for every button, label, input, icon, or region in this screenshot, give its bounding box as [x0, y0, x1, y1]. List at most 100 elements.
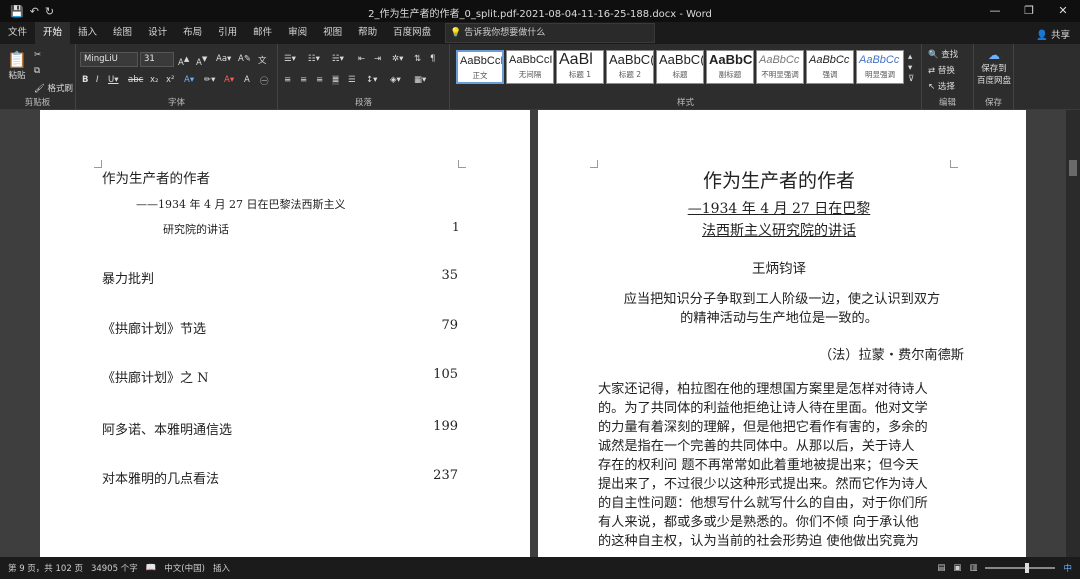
- subscript-button[interactable]: x₂: [150, 75, 158, 85]
- superscript-button[interactable]: x²: [166, 75, 174, 85]
- toc-subtitle: ——1934 年 4 月 27 日在巴黎法西斯主义: [136, 198, 346, 211]
- tab-insert[interactable]: 插入: [70, 22, 105, 44]
- style-heading-2[interactable]: AaBbC( 标题 2: [606, 50, 654, 84]
- chinese-layout-icon[interactable]: ✲▾: [392, 54, 403, 64]
- minimize-button[interactable]: —: [978, 0, 1012, 22]
- numbering-icon[interactable]: ☷▾: [308, 54, 320, 64]
- replace-label: 替换: [937, 66, 955, 76]
- style-heading-1[interactable]: AaBl 标题 1: [556, 50, 604, 84]
- toc-row[interactable]: 《拱廊计划》节选 79: [102, 318, 458, 337]
- tab-draw[interactable]: 绘图: [105, 22, 140, 44]
- decrease-indent-icon[interactable]: ⇤: [358, 54, 365, 64]
- title-bar: 💾 ↶ ↻ 2_作为生产者的作者_0_split.pdf-2021-08-04-…: [0, 0, 1080, 22]
- align-left-icon[interactable]: ≡: [284, 75, 291, 85]
- find-button[interactable]: 🔍 查找: [928, 48, 958, 60]
- style-emphasis[interactable]: AaBbCc 强调: [806, 50, 854, 84]
- undo-icon[interactable]: ↶: [30, 5, 39, 18]
- body-line: 诚然是指在一个完善的共同体中。从那以后，关于诗人: [598, 439, 915, 454]
- copy-icon[interactable]: ⧉: [34, 66, 40, 76]
- close-button[interactable]: ✕: [1046, 0, 1080, 22]
- tab-review[interactable]: 审阅: [280, 22, 315, 44]
- web-layout-icon[interactable]: ▥: [969, 563, 977, 573]
- font-color-icon[interactable]: A▾: [224, 75, 234, 85]
- window-controls: — ❐ ✕: [978, 0, 1080, 22]
- char-shading-icon[interactable]: A: [244, 75, 250, 85]
- tab-references[interactable]: 引用: [210, 22, 245, 44]
- style-subtitle[interactable]: AaBbC( 副标题: [706, 50, 754, 84]
- show-marks-icon[interactable]: ¶: [430, 54, 435, 64]
- tab-view[interactable]: 视图: [315, 22, 350, 44]
- tab-mailings[interactable]: 邮件: [245, 22, 280, 44]
- style-normal[interactable]: AaBbCcI 正文: [456, 50, 504, 84]
- toc-row[interactable]: 暴力批判 35: [102, 268, 458, 287]
- save-to-netdisk-button[interactable]: ☁ 保存到 百度网盘: [974, 48, 1014, 86]
- right-page[interactable]: 作为生产者的作者 —1934 年 4 月 27 日在巴黎 法西斯主义研究院的讲话…: [538, 110, 1026, 557]
- share-button[interactable]: 👤 共享: [1036, 27, 1070, 41]
- print-layout-icon[interactable]: ▣: [953, 563, 961, 573]
- borders-icon[interactable]: ▦▾: [414, 75, 426, 85]
- grow-font-icon[interactable]: A▲: [178, 54, 189, 68]
- scrollbar-thumb[interactable]: [1069, 160, 1077, 176]
- line-spacing-icon[interactable]: ↕▾: [366, 75, 377, 85]
- strikethrough-button[interactable]: abc: [128, 75, 143, 85]
- style-no-spacing[interactable]: AaBbCcI 无间隔: [506, 50, 554, 84]
- word-count[interactable]: 34905 个字: [91, 562, 138, 574]
- vertical-scrollbar[interactable]: [1066, 110, 1080, 557]
- replace-button[interactable]: ⇄ 替换: [928, 64, 955, 76]
- bullets-icon[interactable]: ☰▾: [284, 54, 296, 64]
- tell-me-search[interactable]: 💡 告诉我你想要做什么: [445, 23, 656, 43]
- zoom-slider[interactable]: [985, 563, 1056, 573]
- styles-scroll-icon[interactable]: ▴ ▾ ⊽: [908, 52, 914, 85]
- shading-icon[interactable]: ◈▾: [390, 75, 401, 85]
- toc-row-title: 阿多诺、本雅明通信选: [102, 423, 233, 438]
- toc-row-page: 237: [433, 468, 458, 483]
- change-case-icon[interactable]: Aa▾: [216, 54, 231, 64]
- increase-indent-icon[interactable]: ⇥: [374, 54, 381, 64]
- toc-row[interactable]: 阿多诺、本雅明通信选 199: [102, 419, 458, 438]
- toc-row[interactable]: 对本雅明的几点看法 237: [102, 468, 458, 487]
- highlight-icon[interactable]: ✏▾: [204, 75, 215, 85]
- italic-button[interactable]: I: [96, 75, 99, 85]
- style-title[interactable]: AaBbC( 标题: [656, 50, 704, 84]
- shrink-font-icon[interactable]: A▼: [196, 54, 207, 68]
- save-icon[interactable]: 💾: [10, 5, 24, 18]
- sort-icon[interactable]: ⇅: [414, 54, 421, 64]
- font-size-combo[interactable]: 31: [140, 52, 174, 67]
- select-button[interactable]: ↖ 选择: [928, 80, 955, 92]
- format-painter-button[interactable]: 🖌 格式刷: [34, 82, 73, 94]
- style-intense-emphasis[interactable]: AaBbCc 明显强调: [856, 50, 904, 84]
- tab-home[interactable]: 开始: [35, 22, 71, 44]
- paste-button[interactable]: 📋 粘贴: [6, 50, 28, 81]
- left-page[interactable]: 作为生产者的作者 ——1934 年 4 月 27 日在巴黎法西斯主义 研究院的讲…: [40, 110, 530, 557]
- distribute-icon[interactable]: ☰: [348, 75, 356, 85]
- enclose-char-icon[interactable]: ㊀: [260, 75, 269, 87]
- page-count[interactable]: 第 9 页，共 102 页: [8, 562, 83, 574]
- style-subtle-emphasis[interactable]: AaBbCc 不明显强调: [756, 50, 804, 84]
- font-name-combo[interactable]: MingLiU: [80, 52, 138, 67]
- phonetic-guide-icon[interactable]: 文: [258, 54, 267, 66]
- tab-help[interactable]: 帮助: [350, 22, 385, 44]
- zoom-thumb[interactable]: [1025, 563, 1030, 573]
- tab-baidu-netdisk[interactable]: 百度网盘: [385, 22, 439, 44]
- underline-button[interactable]: U▾: [108, 75, 119, 85]
- redo-icon[interactable]: ↻: [45, 5, 54, 18]
- tab-layout[interactable]: 布局: [175, 22, 210, 44]
- toc-row[interactable]: 《拱廊计划》之 N 105: [102, 367, 458, 386]
- text-effects-icon[interactable]: A▾: [184, 75, 194, 85]
- bold-button[interactable]: B: [82, 75, 88, 85]
- multilevel-list-icon[interactable]: ☵▾: [332, 54, 344, 64]
- lightbulb-icon: 💡: [450, 28, 462, 38]
- language-indicator[interactable]: 中文(中国): [164, 562, 205, 574]
- tab-design[interactable]: 设计: [140, 22, 175, 44]
- read-mode-icon[interactable]: ▤: [937, 563, 945, 573]
- cut-icon[interactable]: ✂: [34, 50, 41, 60]
- align-center-icon[interactable]: ≡: [300, 75, 307, 85]
- maximize-button[interactable]: ❐: [1012, 0, 1046, 22]
- ime-indicator-icon[interactable]: 中: [1063, 562, 1072, 574]
- justify-icon[interactable]: ≣: [332, 75, 340, 85]
- insert-mode[interactable]: 插入: [213, 562, 230, 574]
- proofing-icon[interactable]: 📖: [146, 563, 157, 573]
- align-right-icon[interactable]: ≡: [316, 75, 323, 85]
- tab-file[interactable]: 文件: [0, 22, 35, 44]
- clear-format-icon[interactable]: A✎: [238, 54, 251, 64]
